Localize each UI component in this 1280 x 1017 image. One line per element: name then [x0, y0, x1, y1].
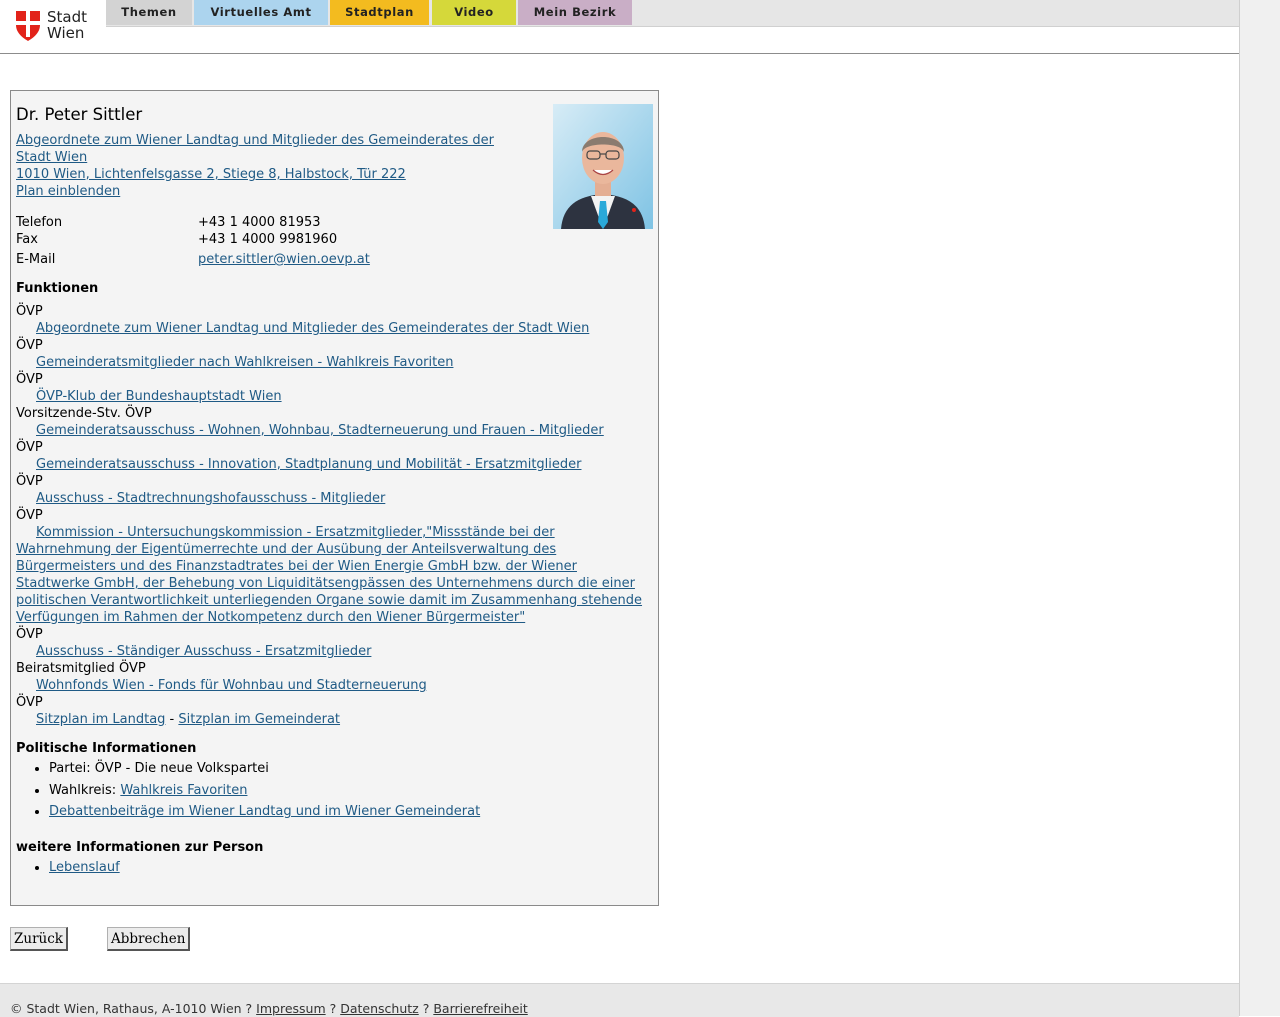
seat-plan-landtag-link[interactable]: Sitzplan im Landtag: [36, 712, 165, 727]
person-name: Dr. Peter Sittler: [16, 105, 143, 124]
function-link[interactable]: Kommission - Untersuchungskommission - E…: [16, 525, 642, 625]
functions-heading: Funktionen: [16, 281, 99, 296]
function-link[interactable]: Ausschuss - Ständiger Ausschuss - Ersatz…: [36, 644, 371, 659]
logo-wordmark: Stadt Wien: [47, 9, 87, 41]
site-footer: © Stadt Wien, Rathaus, A-1010 Wien ? Imp…: [0, 983, 1239, 1017]
function-link[interactable]: ÖVP-Klub der Bundeshauptstadt Wien: [36, 389, 282, 404]
function-party: ÖVP: [16, 304, 43, 319]
show-map-link[interactable]: Plan einblenden: [16, 183, 120, 200]
function-link[interactable]: Gemeinderatsausschuss - Innovation, Stad…: [36, 457, 581, 472]
function-party: ÖVP: [16, 695, 43, 710]
footer-separator: ?: [325, 1001, 341, 1016]
seat-plan-separator: -: [165, 712, 179, 727]
vienna-shield-icon: [16, 11, 40, 41]
logo-line-stadt: Stadt: [47, 8, 87, 26]
email-label: E-Mail: [16, 252, 56, 267]
address-link[interactable]: 1010 Wien, Lichtenfelsgasse 2, Stiege 8,…: [16, 166, 406, 183]
function-link[interactable]: Ausschuss - Stadtrechnungshofausschuss -…: [36, 491, 385, 506]
person-portrait-photo: [553, 104, 653, 229]
seat-plan-gemeinderat-link[interactable]: Sitzplan im Gemeinderat: [178, 712, 340, 727]
party-label: Partei:: [49, 761, 95, 776]
person-detail-box: Dr. Peter Sittler Abgeordnete zum Wiener…: [10, 90, 659, 906]
fax-value: +43 1 4000 9981960: [198, 232, 338, 247]
back-button[interactable]: Zurück: [10, 927, 68, 951]
impressum-link[interactable]: Impressum: [256, 1001, 325, 1016]
role-link[interactable]: Abgeordnete zum Wiener Landtag und Mitgl…: [16, 132, 506, 166]
cv-link[interactable]: Lebenslauf: [49, 860, 120, 875]
function-party: ÖVP: [16, 508, 43, 523]
function-link[interactable]: Wohnfonds Wien - Fonds für Wohnbau und S…: [36, 678, 427, 693]
function-party: ÖVP: [16, 372, 43, 387]
function-link[interactable]: Gemeinderatsmitglieder nach Wahlkreisen …: [36, 355, 453, 370]
fax-label: Fax: [16, 232, 38, 247]
page-right-gutter: [1239, 0, 1280, 1016]
main-nav: Themen Virtuelles Amt Stadtplan Video Me…: [106, 0, 1239, 27]
barrierefreiheit-link[interactable]: Barrierefreiheit: [433, 1001, 527, 1016]
phone-value: +43 1 4000 81953: [198, 215, 321, 230]
tab-themen[interactable]: Themen: [106, 0, 192, 25]
party-value: ÖVP - Die neue Volkspartei: [94, 761, 269, 776]
logo-line-wien: Wien: [47, 24, 85, 42]
tab-mein-bezirk[interactable]: Mein Bezirk: [518, 0, 632, 25]
footer-copyright: © Stadt Wien, Rathaus, A-1010 Wien ?: [10, 1001, 257, 1016]
tab-video[interactable]: Video: [432, 0, 516, 25]
district-link[interactable]: Wahlkreis Favoriten: [120, 783, 247, 798]
more-info-heading: weitere Informationen zur Person: [16, 840, 264, 855]
function-link[interactable]: Gemeinderatsausschuss - Wohnen, Wohnbau,…: [36, 423, 604, 438]
datenschutz-link[interactable]: Datenschutz: [340, 1001, 419, 1016]
footer-separator: ?: [418, 1001, 434, 1016]
cancel-button[interactable]: Abbrechen: [107, 927, 191, 951]
list-item: Lebenslauf: [49, 857, 120, 879]
function-party: ÖVP: [16, 627, 43, 642]
email-link[interactable]: peter.sittler@wien.oevp.at: [198, 252, 370, 267]
political-info-list: Partei: ÖVP - Die neue Volkspartei Wahlk…: [16, 758, 480, 823]
function-party: Vorsitzende-Stv. ÖVP: [16, 406, 152, 421]
site-header: Stadt Wien Themen Virtuelles Amt Stadtpl…: [0, 0, 1239, 54]
tab-virtuelles-amt[interactable]: Virtuelles Amt: [194, 0, 328, 25]
function-party: ÖVP: [16, 440, 43, 455]
more-info-list: Lebenslauf: [16, 857, 120, 879]
stadt-wien-logo[interactable]: Stadt Wien: [16, 9, 96, 43]
function-link[interactable]: Abgeordnete zum Wiener Landtag und Mitgl…: [36, 321, 589, 336]
function-party: Beiratsmitglied ÖVP: [16, 661, 146, 676]
tab-stadtplan[interactable]: Stadtplan: [330, 0, 429, 25]
district-label: Wahlkreis:: [49, 782, 121, 798]
list-item: Wahlkreis: Wahlkreis Favoriten: [49, 780, 480, 802]
footer-line: © Stadt Wien, Rathaus, A-1010 Wien ? Imp…: [10, 1001, 528, 1016]
list-item: Debattenbeiträge im Wiener Landtag und i…: [49, 801, 480, 823]
function-party: ÖVP: [16, 474, 43, 489]
political-info-heading: Politische Informationen: [16, 741, 197, 756]
functions-list: ÖVP Abgeordnete zum Wiener Landtag und M…: [16, 303, 648, 728]
debates-link[interactable]: Debattenbeiträge im Wiener Landtag und i…: [49, 804, 480, 819]
function-party: ÖVP: [16, 338, 43, 353]
phone-label: Telefon: [16, 215, 63, 230]
list-item: Partei: ÖVP - Die neue Volkspartei: [49, 758, 480, 780]
